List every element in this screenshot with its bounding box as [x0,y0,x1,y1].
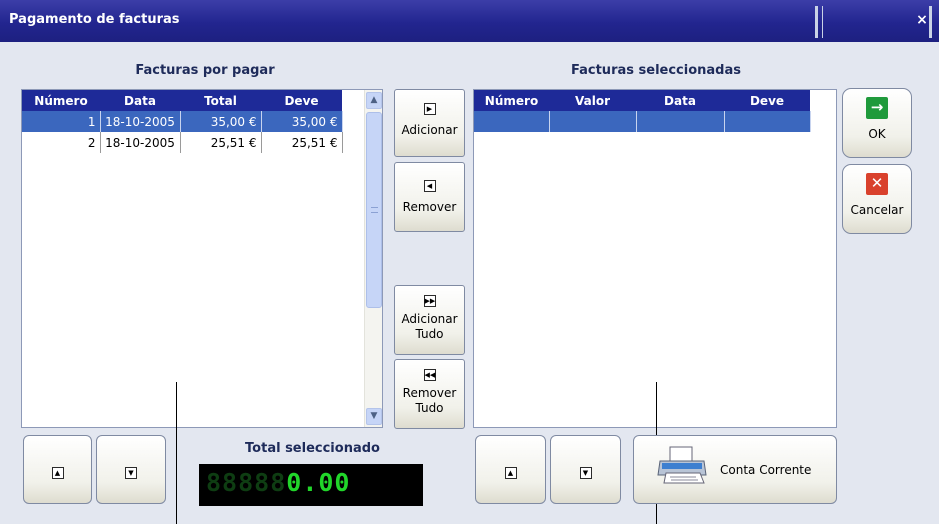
cancel-button-label: Cancelar [850,203,904,217]
total-label: Total seleccionado [245,441,380,456]
column-header-data[interactable]: Data [100,90,180,111]
payment-window: Pagamento de facturas × Facturas por pag… [0,0,939,524]
add-button[interactable]: ▶ Adicionar [394,89,465,157]
add-all-label-line1: Adicionar [401,312,458,326]
empty-cell [549,111,637,132]
table-row[interactable]: 1 18-10-2005 35,00 € 35,00 € [22,111,343,132]
add-arrow-icon: ▶ [395,100,464,115]
title-bar: Pagamento de facturas × [0,0,939,42]
close-button[interactable]: × [912,12,932,30]
selected-invoices-table: Número Valor Data Deve [474,90,811,132]
window-title: Pagamento de facturas [9,12,180,27]
printer-icon [657,446,707,484]
table-header-row: Número Valor Data Deve [474,90,810,111]
column-header-valor[interactable]: Valor [549,90,636,111]
unpaid-invoices-list[interactable]: Número Data Total Deve 1 18-10-2005 35,0… [21,89,383,428]
cell-data: 18-10-2005 [100,132,181,153]
selected-move-down-button[interactable]: ▼ [550,435,621,504]
add-button-label: Adicionar [401,123,458,137]
column-header-numero[interactable]: Número [474,90,549,111]
remove-arrow-icon: ◀ [395,177,464,192]
add-all-arrow-icon: ▶▶ [423,295,436,307]
add-all-label-line2: Tudo [415,327,444,341]
up-arrow-icon: ▲ [24,464,91,479]
scroll-thumb[interactable] [366,112,382,308]
cell-data: 18-10-2005 [100,111,181,132]
empty-cell [474,111,550,132]
table-row[interactable] [474,111,811,132]
unpaid-invoices-table: Número Data Total Deve 1 18-10-2005 35,0… [22,90,343,153]
right-panel-title: Facturas seleccionadas [571,63,741,78]
remove-all-label-line1: Remover [402,386,457,400]
selected-invoices-list[interactable]: Número Valor Data Deve [473,89,837,428]
ok-button-label: OK [868,127,886,141]
total-display-digits: 888880.00 [206,468,350,497]
titlebar-separator [815,6,818,38]
cancel-button[interactable]: ✕ Cancelar [842,164,912,234]
table-header-row: Número Data Total Deve [22,90,342,111]
column-header-numero[interactable]: Número [22,90,100,111]
cell-deve: 35,00 € [261,111,343,132]
column-header-total[interactable]: Total [180,90,261,111]
remove-all-label-line2: Tudo [415,401,444,415]
down-arrow-icon: ▼ [97,464,165,479]
down-arrow-icon: ▼ [551,464,620,479]
titlebar-separator [822,6,823,38]
column-header-deve[interactable]: Deve [261,90,342,111]
conta-corrente-label: Conta Corrente [720,463,812,477]
scroll-down-arrow-icon[interactable]: ▼ [366,408,382,425]
move-down-button[interactable]: ▼ [96,435,166,504]
ok-arrow-icon: → [843,97,911,119]
remove-button[interactable]: ◀ Remover [394,162,465,232]
left-panel-title: Facturas por pagar [135,63,275,78]
scroll-up-arrow-icon[interactable]: ▲ [366,92,382,109]
conta-corrente-button[interactable]: Conta Corrente [633,435,837,504]
remove-all-button[interactable]: ◀◀ Remover Tudo [394,359,465,429]
indicator-line [176,382,177,524]
cancel-x-icon: ✕ [843,173,911,195]
ok-button[interactable]: → OK [842,88,912,158]
cell-numero: 2 [22,132,101,153]
total-value: 0.00 [286,468,351,497]
total-display: 888880.00 [199,464,423,506]
vertical-scrollbar[interactable]: ▲ ▼ [364,90,382,427]
lcd-inactive-digits: 88888 [206,468,287,497]
remove-button-label: Remover [402,200,457,214]
selected-move-up-button[interactable]: ▲ [475,435,546,504]
remove-all-arrow-icon: ◀◀ [423,369,436,381]
column-header-deve[interactable]: Deve [724,90,810,111]
empty-cell [636,111,725,132]
cell-total: 35,00 € [180,111,262,132]
add-all-button[interactable]: ▶▶ Adicionar Tudo [394,285,465,355]
grip-icon [371,207,378,213]
empty-cell [724,111,811,132]
cell-total: 25,51 € [180,132,262,153]
table-row[interactable]: 2 18-10-2005 25,51 € 25,51 € [22,132,343,153]
cell-deve: 25,51 € [261,132,343,153]
column-header-data[interactable]: Data [636,90,724,111]
cell-numero: 1 [22,111,101,132]
up-arrow-icon: ▲ [476,464,545,479]
move-up-button[interactable]: ▲ [23,435,92,504]
